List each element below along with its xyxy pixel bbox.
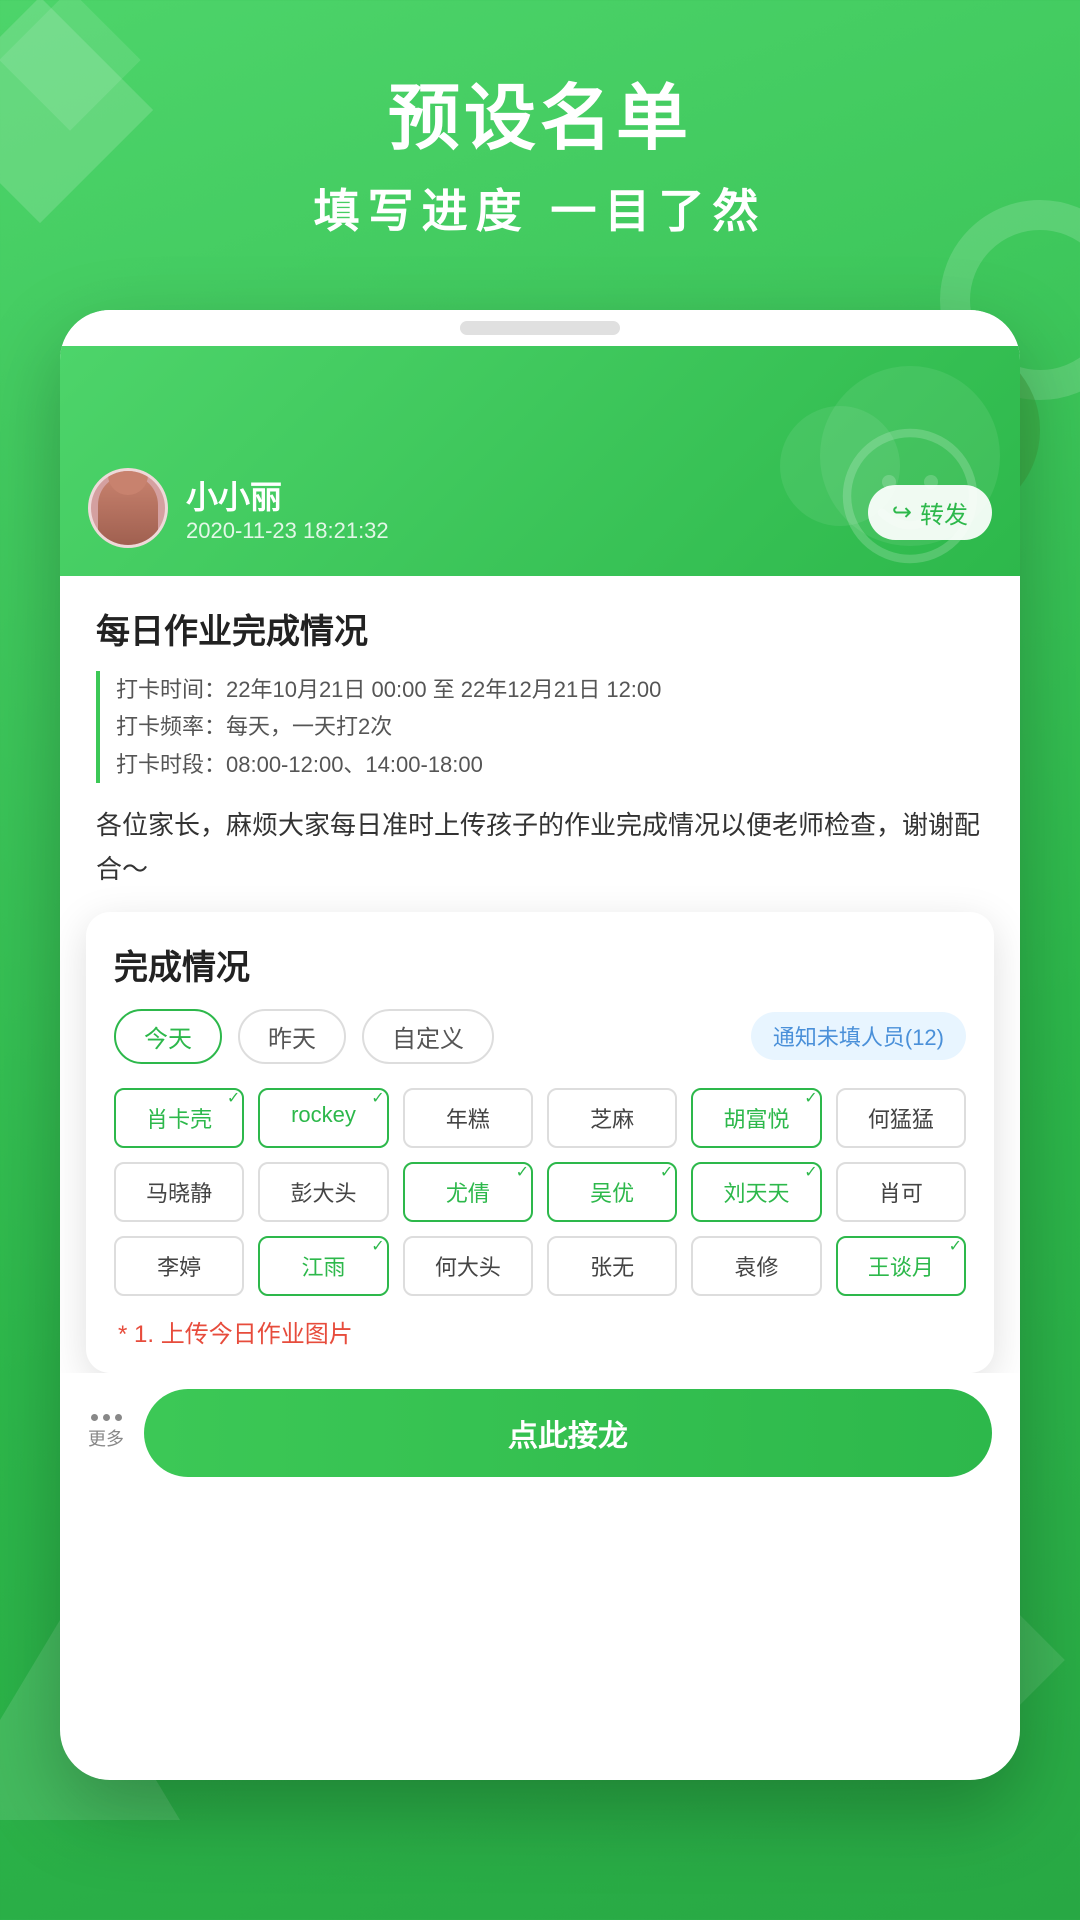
panel-title: 完成情况 [114,940,966,989]
header-subtitle: 填写进度 一目了然 [0,175,1080,241]
name-tag-2[interactable]: 年糕 [403,1088,533,1148]
filter-yesterday[interactable]: 昨天 [238,1009,346,1064]
dots-row [91,1414,122,1421]
name-tag-9[interactable]: 吴优 [547,1162,677,1222]
more-label: 更多 [88,1425,124,1451]
phone-mockup: 小小丽 2020-11-23 18:21:32 ↪ 转发 每日作业完成情况 打卡… [60,310,1020,1780]
info-line-2: 打卡频率：每天，一天打2次 [116,708,984,745]
name-tag-7[interactable]: 彭大头 [258,1162,388,1222]
header-title: 预设名单 [0,80,1080,159]
info-block: 打卡时间：22年10月21日 00:00 至 22年12月21日 12:00 打… [96,671,984,783]
forward-icon: ↪ [892,498,912,527]
app-header: 小小丽 2020-11-23 18:21:32 ↪ 转发 [60,346,1020,576]
content-description: 各位家长，麻烦大家每日准时上传孩子的作业完成情况以便老师检查，谢谢配合～ [96,803,984,891]
name-tag-16[interactable]: 袁修 [691,1236,821,1296]
completion-panel: 完成情况 今天 昨天 自定义 通知未填人员(12) 肖卡壳rockey年糕芝麻胡… [86,912,994,1373]
more-dots[interactable]: 更多 [88,1414,124,1451]
name-tag-12[interactable]: 李婷 [114,1236,244,1296]
filter-custom[interactable]: 自定义 [362,1009,494,1064]
header-area: 预设名单 填写进度 一目了然 [0,80,1080,241]
name-tag-6[interactable]: 马晓静 [114,1162,244,1222]
avatar-person [98,475,158,545]
name-tag-5[interactable]: 何猛猛 [836,1088,966,1148]
name-tag-1[interactable]: rockey [258,1088,388,1148]
name-tag-14[interactable]: 何大头 [403,1236,533,1296]
avatar [88,468,168,548]
name-tag-15[interactable]: 张无 [547,1236,677,1296]
info-line-1: 打卡时间：22年10月21日 00:00 至 22年12月21日 12:00 [116,671,984,708]
name-tag-10[interactable]: 刘天天 [691,1162,821,1222]
filter-row: 今天 昨天 自定义 通知未填人员(12) [114,1009,966,1064]
submit-button[interactable]: 点此接龙 [144,1389,992,1477]
user-time: 2020-11-23 18:21:32 [186,518,389,544]
upload-text: 1. 上传今日作业图片 [134,1321,353,1348]
forward-label: 转发 [920,495,968,530]
user-info-row: 小小丽 2020-11-23 18:21:32 [88,468,389,548]
upload-star: * [118,1321,127,1348]
dot3 [115,1414,122,1421]
notify-unfilled-button[interactable]: 通知未填人员(12) [751,1012,966,1060]
name-tag-17[interactable]: 王谈月 [836,1236,966,1296]
name-grid: 肖卡壳rockey年糕芝麻胡富悦何猛猛马晓静彭大头尤倩吴优刘天天肖可李婷江雨何大… [114,1088,966,1296]
info-line-3: 打卡时段：08:00-12:00、14:00-18:00 [116,746,984,783]
phone-top-bar [60,310,1020,346]
name-tag-8[interactable]: 尤倩 [403,1162,533,1222]
name-tag-11[interactable]: 肖可 [836,1162,966,1222]
phone-bottom-bar: 更多 点此接龙 [60,1373,1020,1497]
upload-note: * 1. 上传今日作业图片 [114,1314,966,1349]
phone-notch [460,321,620,335]
name-tag-4[interactable]: 胡富悦 [691,1088,821,1148]
forward-button[interactable]: ↪ 转发 [868,485,992,540]
filter-today[interactable]: 今天 [114,1009,222,1064]
name-tag-13[interactable]: 江雨 [258,1236,388,1296]
content-title: 每日作业完成情况 [96,604,984,653]
name-tag-3[interactable]: 芝麻 [547,1088,677,1148]
user-text: 小小丽 2020-11-23 18:21:32 [186,472,389,544]
dot1 [91,1414,98,1421]
app-content: 每日作业完成情况 打卡时间：22年10月21日 00:00 至 22年12月21… [60,576,1020,1373]
avatar-head [108,468,148,495]
user-name: 小小丽 [186,472,389,518]
dot2 [103,1414,110,1421]
name-tag-0[interactable]: 肖卡壳 [114,1088,244,1148]
